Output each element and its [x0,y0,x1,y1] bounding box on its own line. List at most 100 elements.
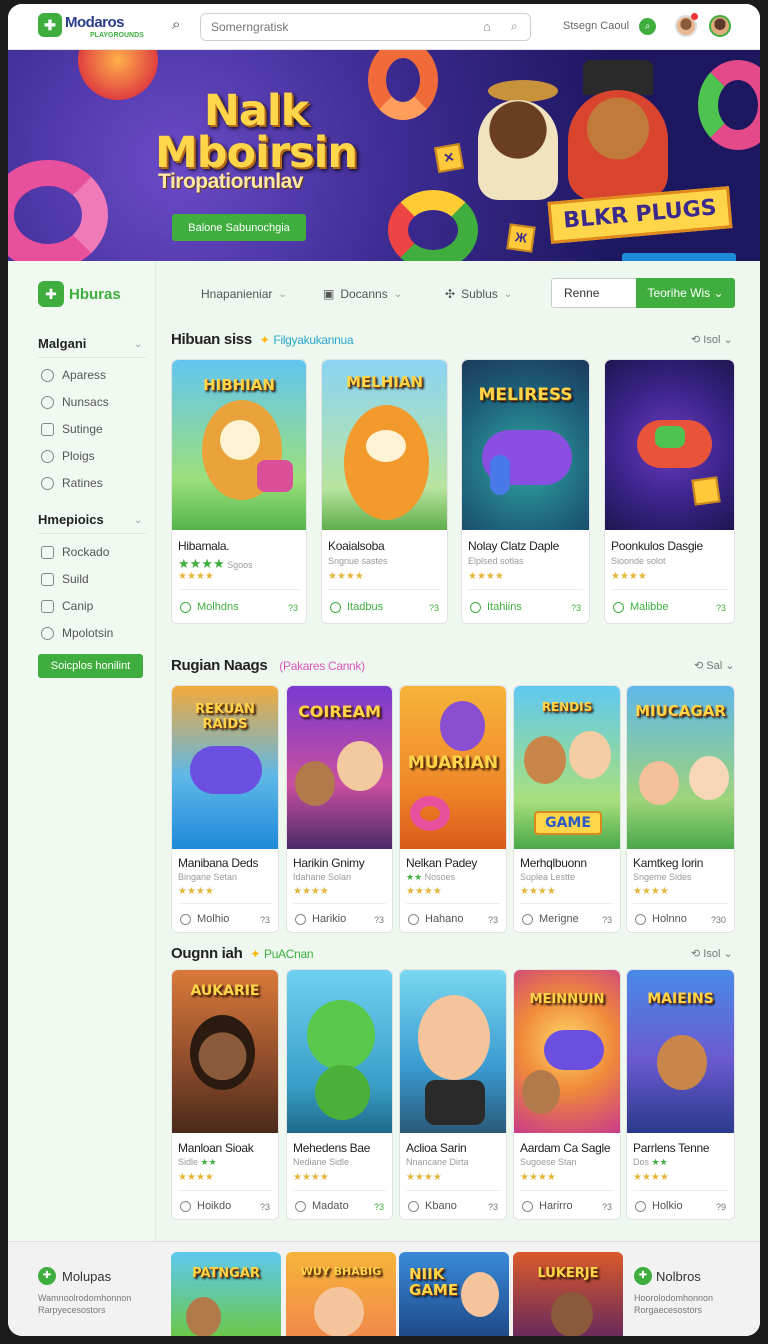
section-title: Ougnn iah ✦ PuACnan [171,945,314,962]
game-card[interactable]: LUKERJE [513,1252,623,1336]
card-action[interactable]: Itahiins [470,601,522,613]
search-icon[interactable]: ⌕ [172,16,180,33]
letter-tile [691,476,721,506]
section-more-link[interactable]: ⟲ Sal ⌄ [694,659,734,672]
filter-apply-button[interactable]: Teorihe Wis ⌄ [636,278,735,308]
game-card[interactable]: NIIK GAME [399,1252,509,1336]
document-icon: ▣ [323,287,335,301]
divider [38,357,146,358]
card-action[interactable]: Harikio [295,913,346,925]
divider [633,1190,728,1191]
game-card[interactable]: MUARIAN Nelkan Padey ★★ Nosoes ★★★★ Haha… [399,685,507,933]
sidebar-group-title[interactable]: Hmepioics [38,512,104,527]
sidebar-item[interactable]: Nunsacs [41,393,109,411]
card-action[interactable]: Madato [295,1200,349,1212]
sign-in-link[interactable]: Stsegn Caoul [563,20,629,32]
card-action[interactable]: Holnno [635,913,687,925]
logo-icon[interactable]: ✚ [38,13,62,37]
thumbnail-title: MUARIAN [407,753,499,773]
divider [406,1190,500,1191]
donut-decoration [8,160,108,261]
game-card[interactable]: HIBHIAN Hibamala. ★★★★ Sgoos ★★★★ Molhdn… [171,359,307,624]
game-card[interactable]: RENDIS GAME Merhqlbuonn Suplea Lestte ★★… [513,685,621,933]
card-action[interactable]: Molhdns [180,601,239,613]
game-card[interactable]: COIREAM Harikin Gnimy Idahane Solan ★★★★… [286,685,393,933]
game-card[interactable]: MELIRESS Nolay Clatz Daple Elplsed sotla… [461,359,590,624]
sidebar-item[interactable]: Canip [41,597,93,615]
section-more-link[interactable]: ⟲ Isol ⌄ [691,947,733,960]
filter-input[interactable] [551,278,637,308]
search-green-icon[interactable]: ⌕ [639,18,656,35]
card-action[interactable]: Harirro [522,1200,573,1212]
card-action[interactable]: Itadbus [330,601,383,613]
logo-text[interactable]: Modaros [65,14,125,31]
hero-subtitle: Tiropatiorunlav [158,170,303,193]
card-action[interactable]: Malibbe [613,601,669,613]
section-title: Rugian Naags (Pakares Cannk) [171,657,365,674]
chevron-down-icon: ⌄ [393,288,403,300]
game-card[interactable]: Poonkulos Dasgie Sioonde solot ★★★★ Mali… [604,359,735,624]
sidebar-item[interactable]: Ploigs [41,447,95,465]
chevron-down-icon[interactable]: ⌄ [134,515,142,526]
search-submit-icon[interactable]: ⌕ [511,19,518,34]
card-action[interactable]: Merigne [522,913,579,925]
card-action[interactable]: Hahano [408,913,464,925]
sidebar-item[interactable]: Suild [41,570,89,588]
person-icon [41,368,54,382]
footer-title[interactable]: Molupas [62,1269,111,1284]
section-more-link[interactable]: ⟲ Isol ⌄ [691,333,733,346]
chevron-down-icon[interactable]: ⌄ [134,339,142,350]
section-more-label: Sal [706,660,723,672]
game-card[interactable]: MEINNUIN Aardam Ca Sagle Sugoese Stan ★★… [513,969,621,1220]
sidebar-item[interactable]: Sutinge [41,420,103,438]
game-card[interactable]: Aclioa Sarin Nnancane Dirta ★★★★ Kbano ?… [399,969,507,1220]
card-action[interactable]: Kbano [408,1200,457,1212]
game-subtitle-text: Sgoos [227,560,253,570]
filter-dropdown[interactable]: ▣ Docanns ⌄ [323,287,402,301]
home-icon[interactable]: ⌂ [483,19,491,34]
game-thumbnail [400,970,506,1133]
filter-dropdown[interactable]: Hnapanieniar ⌄ [201,287,287,301]
card-action[interactable]: Holkio [635,1200,683,1212]
sidebar-item[interactable]: Mpolotsin [41,624,113,642]
sidebar-item[interactable]: Aparess [41,366,106,384]
thumbnail-badge: GAME [534,811,602,835]
game-thumbnail: MEINNUIN [514,970,620,1133]
rating-stars: ★★ [200,1157,217,1167]
footer-title[interactable]: Nolbros [656,1269,701,1284]
thumbnail-title: MELHIAN [345,373,424,391]
notification-dot [691,13,698,20]
sidebar-action-button[interactable]: Soicplos honilint [38,654,143,678]
card-action[interactable]: Molhio [180,913,229,925]
game-thumbnail: HIBHIAN [172,360,306,530]
chevron-down-icon: ⌄ [503,288,513,300]
game-card[interactable]: MIUCAGAR Kamtkeg Iorin Sngeme Sides ★★★★… [626,685,735,933]
hero-cta-button[interactable]: Balone Sabunochgia [172,214,306,241]
sidebar-item-label: Ratines [62,476,103,490]
game-card[interactable]: WUY BHABIG [286,1252,396,1336]
character-face [689,756,729,800]
section-more-label: Isol [703,948,721,960]
game-card[interactable]: MAIEINS Parrlens Tenne Dos ★★ ★★★★ Holki… [626,969,735,1220]
game-card[interactable]: Mehedens Bae Nediane Sidle ★★★★ Madato ?… [286,969,393,1220]
sidebar-item[interactable]: Rockado [41,543,109,561]
filter-dropdown[interactable]: ✣ Sublus ⌄ [445,287,512,301]
sidebar-item-label: Canip [62,599,94,613]
card-action[interactable]: Hoikdo [180,1200,231,1212]
sidebar-brand[interactable]: Hburas [69,286,121,303]
sidebar-group-title[interactable]: Malgani [38,336,86,351]
game-thumbnail: REKUAN RAIDS [172,686,278,849]
puzzle-icon: ✣ [445,287,456,301]
profile-avatar[interactable] [709,15,731,37]
game-card[interactable]: MELHIAN Koaialsoba Sngnue sastes ★★★★ It… [321,359,448,624]
play-icon [180,601,191,613]
game-subtitle: Sngeme Sides [633,872,692,882]
game-card[interactable]: REKUAN RAIDS Manibana Deds Bingane Setan… [171,685,279,933]
game-card[interactable]: PATNGAR [171,1252,281,1336]
search-input[interactable] [200,13,531,41]
game-card[interactable]: AUKARIE Manloan Sioak Sidle ★★ ★★★★ Hoik… [171,969,279,1220]
hero-action-button[interactable]: Sayyeroetil [622,253,736,261]
filter-icon: ⟲ [694,660,704,672]
sidebar-item[interactable]: Ratines [41,474,103,492]
game-thumbnail [287,970,392,1133]
